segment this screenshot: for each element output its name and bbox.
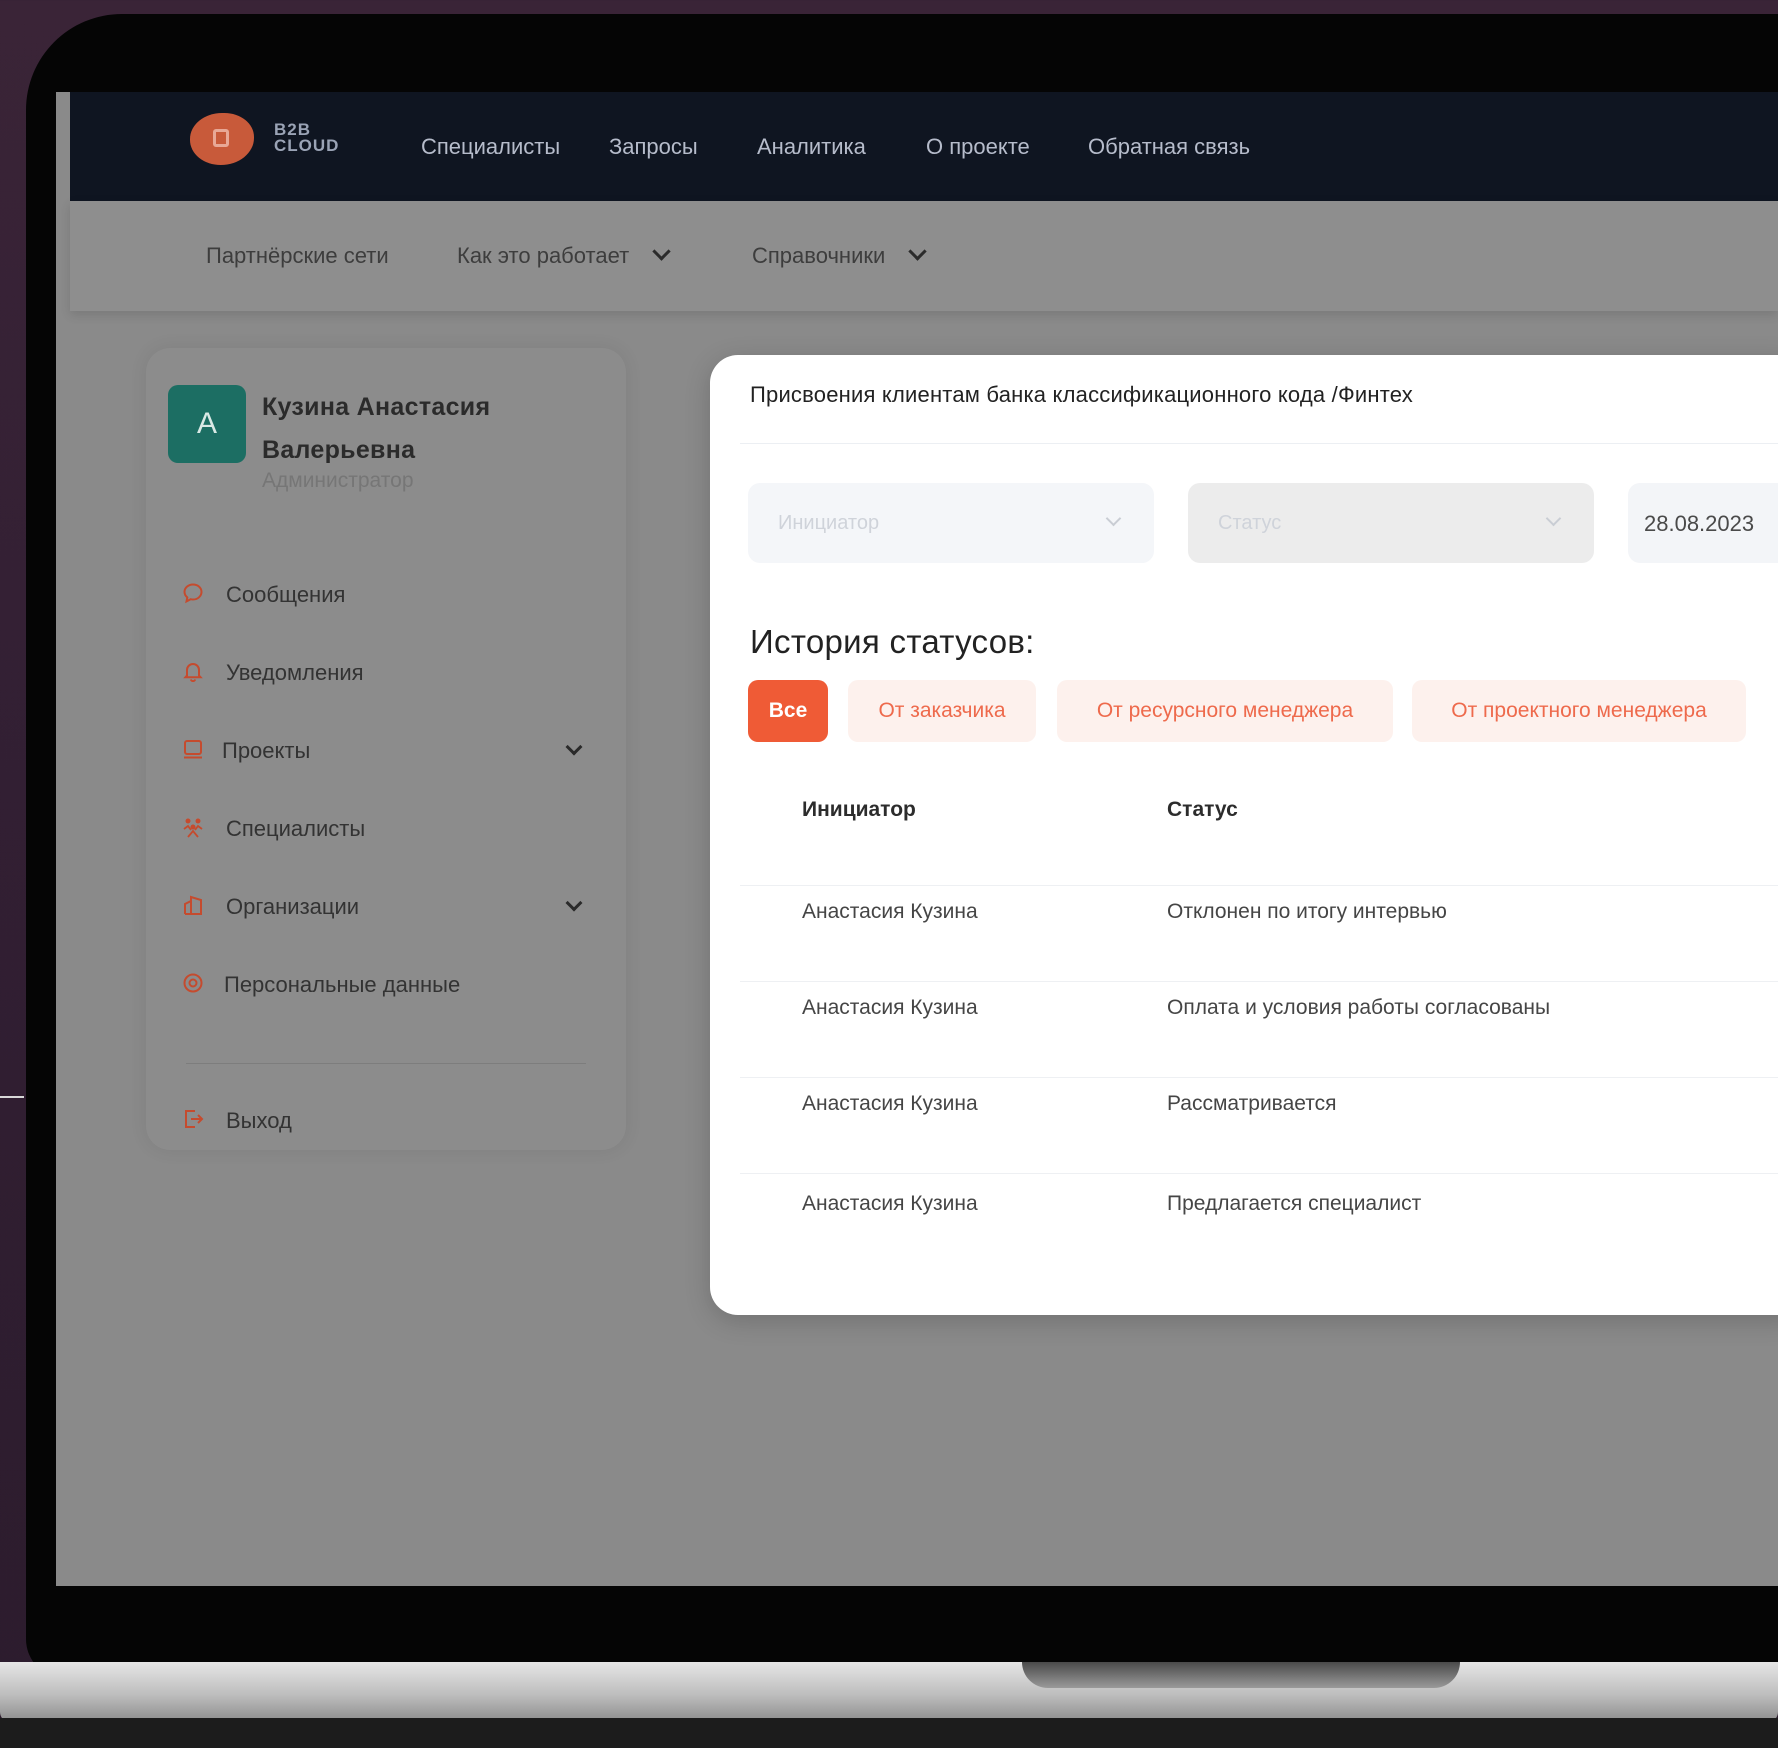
chevron-down-icon[interactable] — [565, 738, 583, 756]
chat-bubble-icon — [183, 583, 203, 604]
initiator-select[interactable]: Инициатор — [748, 483, 1154, 563]
chevron-down-icon — [1545, 510, 1562, 527]
row-initiator: Анастасия Кузина — [802, 1192, 978, 1215]
row-divider — [740, 1173, 1778, 1174]
screen: B2B CLOUD Специалисты Запросы Аналитика … — [56, 92, 1778, 1586]
row-divider — [740, 981, 1778, 982]
row-status: Оплата и условия работы согласованы — [1167, 996, 1551, 1019]
date-field[interactable]: 28.08.2023 — [1628, 483, 1778, 563]
nav-analytics[interactable]: Аналитика — [757, 134, 866, 160]
card-title: Присвоения клиентам банка классификацион… — [750, 382, 1413, 407]
sidebar-item-label: Проекты — [222, 738, 311, 763]
gear-icon — [183, 973, 203, 993]
chevron-down-icon — [908, 242, 927, 261]
card-divider — [740, 443, 1778, 444]
chevron-down-icon — [1105, 510, 1122, 527]
row-status: Отклонен по итогу интервью — [1167, 900, 1447, 923]
filter-all[interactable]: Все — [748, 680, 828, 742]
user-name: Кузина Анастасия Валерьевна — [262, 393, 491, 464]
subnav-how-it-works-label: Как это работает — [457, 243, 630, 268]
folder-icon — [184, 740, 202, 759]
history-title: История статусов: — [750, 623, 1035, 660]
row-status: Рассматривается — [1167, 1092, 1337, 1115]
laptop-base — [0, 1662, 1778, 1722]
column-header-initiator: Инициатор — [802, 798, 916, 821]
cable — [0, 1096, 24, 1098]
row-status: Предлагается специалист — [1167, 1192, 1422, 1215]
sidebar-item-label: Уведомления — [226, 660, 364, 685]
nav-feedback[interactable]: Обратная связь — [1088, 134, 1250, 160]
filter-resource-manager[interactable]: От ресурсного менеджера — [1057, 680, 1393, 742]
chevron-down-icon — [652, 242, 671, 261]
sidebar-item-label: Организации — [226, 894, 360, 919]
subnav-directories-label: Справочники — [752, 243, 886, 268]
base-shadow — [0, 1718, 1778, 1748]
user-role: Администратор — [262, 469, 414, 492]
row-initiator: Анастасия Кузина — [802, 996, 978, 1019]
status-select[interactable]: Статус — [1188, 483, 1594, 563]
bell-icon — [183, 663, 203, 682]
row-initiator: Анастасия Кузина — [802, 900, 978, 923]
top-navigation: B2B CLOUD Специалисты Запросы Аналитика … — [70, 92, 1778, 201]
nav-specialists[interactable]: Специалисты — [421, 134, 560, 160]
subnav-partner-networks[interactable]: Партнёрские сети — [206, 243, 389, 269]
subnav-directories[interactable]: Справочники — [752, 242, 927, 269]
filter-project-manager[interactable]: От проектного менеджера — [1412, 680, 1746, 742]
logo-mark — [213, 129, 229, 147]
sidebar-item-label: Персональные данные — [224, 972, 461, 997]
sub-navigation: Партнёрские сети Как это работает Справо… — [70, 201, 1778, 311]
people-icon — [183, 818, 203, 838]
sidebar-divider — [186, 1063, 586, 1064]
logo-text[interactable]: B2B CLOUD — [274, 121, 340, 155]
logout-icon — [185, 1110, 204, 1128]
sidebar: A Кузина Анастасия Валерьевна Администра… — [146, 348, 626, 1150]
laptop-notch — [1022, 1662, 1460, 1688]
row-divider — [740, 1077, 1778, 1078]
row-divider — [740, 885, 1778, 886]
column-header-status: Статус — [1167, 798, 1238, 821]
row-initiator: Анастасия Кузина — [802, 1092, 978, 1115]
status-placeholder: Статус — [1218, 512, 1282, 534]
logout-label: Выход — [226, 1108, 292, 1133]
logo-line2: CLOUD — [274, 136, 340, 155]
status-history-card: Присвоения клиентам банка классификацион… — [710, 355, 1778, 1315]
avatar[interactable]: A — [168, 385, 246, 463]
filter-customer[interactable]: От заказчика — [848, 680, 1036, 742]
chevron-down-icon[interactable] — [565, 894, 583, 912]
sidebar-item-label: Специалисты — [226, 816, 366, 841]
initiator-placeholder: Инициатор — [778, 512, 880, 534]
buildings-icon — [184, 895, 202, 915]
date-value: 28.08.2023 — [1644, 511, 1755, 536]
logo-icon[interactable] — [190, 113, 254, 165]
nav-about[interactable]: О проекте — [926, 134, 1030, 160]
nav-requests[interactable]: Запросы — [609, 134, 698, 160]
sidebar-item-label: Сообщения — [226, 582, 346, 607]
subnav-how-it-works[interactable]: Как это работает — [457, 242, 671, 269]
